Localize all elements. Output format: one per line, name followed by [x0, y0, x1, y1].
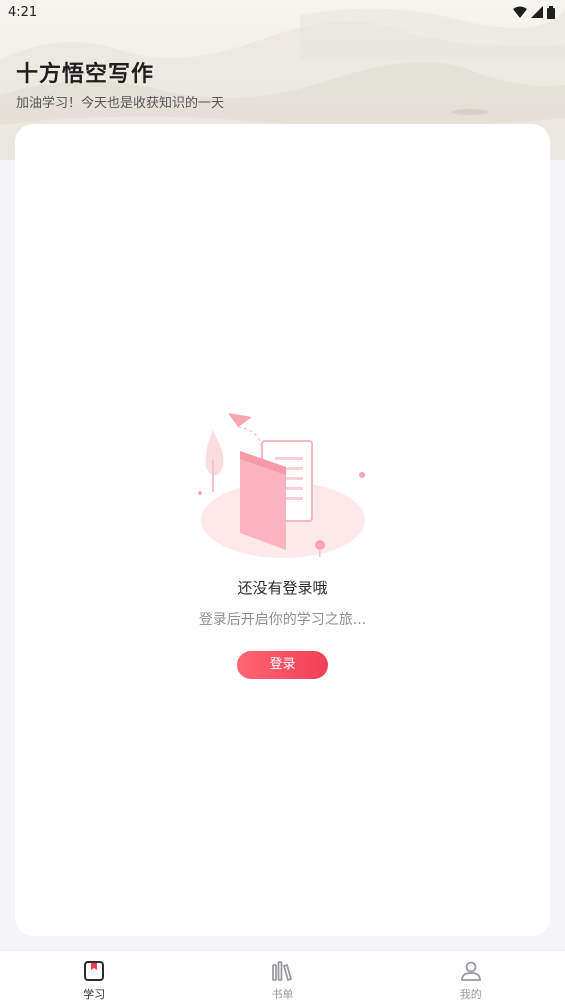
app-subtitle: 加油学习！今天也是收获知识的一天 — [16, 96, 225, 111]
app-title: 十方悟空写作 — [16, 62, 155, 87]
tab-study[interactable]: 学习 — [0, 951, 188, 1004]
tab-booklist[interactable]: 书单 — [188, 951, 376, 1004]
profile-icon — [460, 961, 481, 981]
empty-book-illustration — [190, 405, 370, 569]
status-bar: 4:21 — [0, 0, 565, 24]
empty-state-description: 登录后开启你的学习之旅... — [198, 612, 367, 628]
booklist-icon — [272, 961, 293, 982]
study-icon — [84, 961, 105, 981]
tab-booklist-label: 书单 — [271, 988, 294, 1001]
cell-signal-icon — [531, 6, 543, 18]
bottom-tab-bar: 学习 书单 我的 — [0, 950, 565, 1004]
status-time: 4:21 — [8, 4, 38, 20]
login-button[interactable]: 登录 — [237, 651, 328, 679]
tab-profile[interactable]: 我的 — [377, 951, 565, 1004]
wifi-icon — [513, 6, 527, 18]
tab-study-label: 学习 — [83, 988, 106, 1001]
tab-profile-label: 我的 — [459, 988, 482, 1001]
battery-icon — [547, 5, 555, 19]
empty-state-title: 还没有登录哦 — [237, 579, 328, 597]
status-icons — [513, 5, 555, 19]
